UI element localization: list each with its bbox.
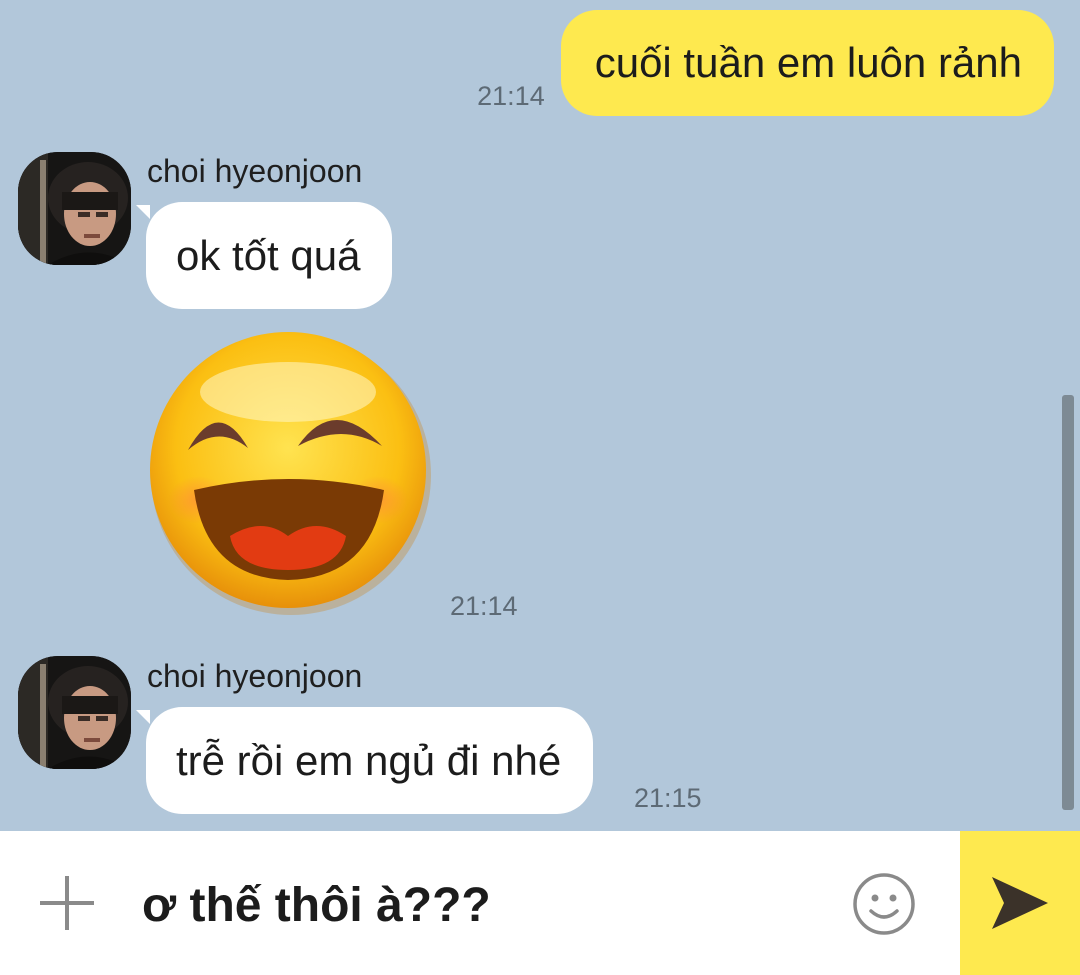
outgoing-bubble[interactable]: cuối tuần em luôn rảnh xyxy=(560,10,1054,116)
sender-name: choi hyeonjoon xyxy=(147,153,363,189)
incoming-bubble[interactable]: trễ rồi em ngủ đi nhé xyxy=(146,707,594,814)
message-time: 21:14 xyxy=(450,591,518,621)
bubble-tail xyxy=(136,205,150,219)
laughing-face-emoticon[interactable] xyxy=(146,330,436,620)
bubble-tail xyxy=(136,710,150,724)
send-arrow-icon xyxy=(992,877,1048,929)
message-input[interactable] xyxy=(142,872,822,938)
send-button[interactable] xyxy=(960,831,1080,975)
avatar[interactable] xyxy=(18,656,131,769)
avatar-photo xyxy=(18,152,131,265)
smiley-icon[interactable] xyxy=(851,871,917,937)
message-time: 21:14 xyxy=(477,81,545,111)
sender-name: choi hyeonjoon xyxy=(147,658,363,694)
outgoing-message: 21:14 cuối tuần em luôn rảnh xyxy=(477,10,1054,116)
plus-icon[interactable] xyxy=(34,870,100,936)
avatar-photo xyxy=(18,656,131,769)
chat-area[interactable]: 21:14 cuối tuần em luôn rảnh choi hyeonj… xyxy=(0,0,1080,831)
incoming-bubble[interactable]: ok tốt quá xyxy=(146,202,393,309)
message-time: 21:15 xyxy=(634,783,702,813)
scrollbar[interactable] xyxy=(1062,395,1074,810)
avatar[interactable] xyxy=(18,152,131,265)
